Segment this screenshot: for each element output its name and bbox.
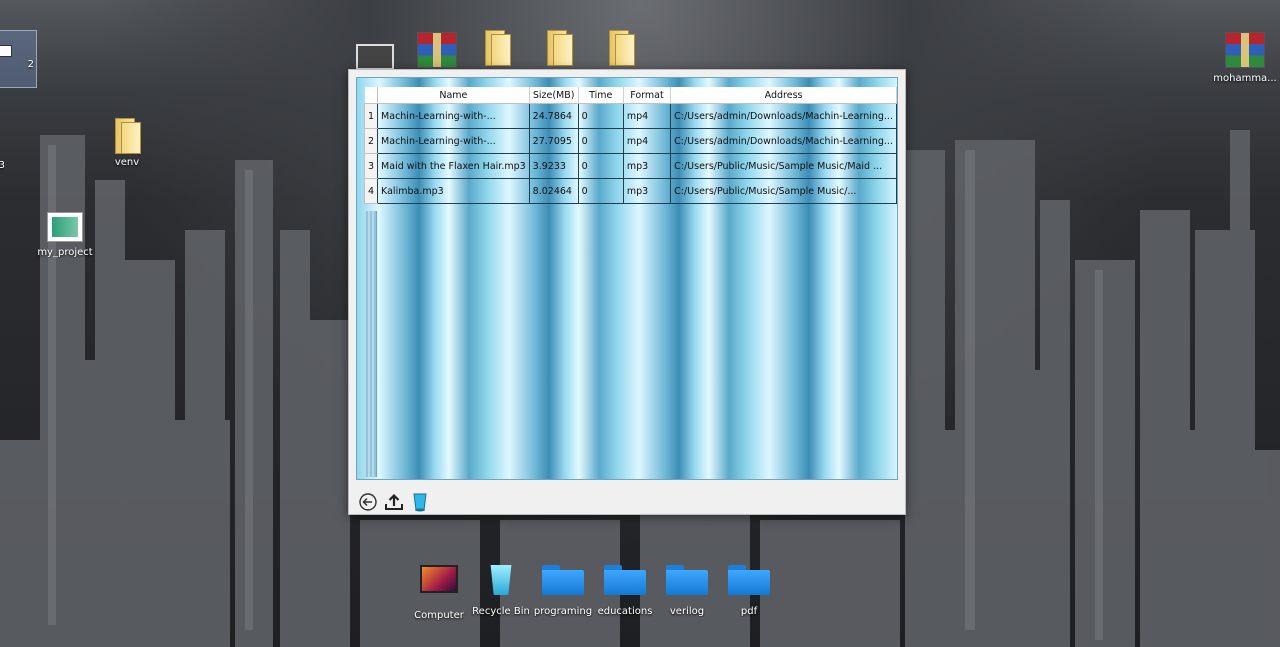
desktop-icon-my-project[interactable]: my_project [30,212,100,258]
desktop-icon-label: 3 [0,160,5,171]
file-table: Name Size(MB) Time Format Address 1 Mach… [363,87,897,204]
back-arrow-icon [359,493,377,511]
desktop-icon-mohammad[interactable]: mohamma... [1210,32,1280,84]
folder-icon [483,30,511,66]
computer-icon [420,565,458,593]
cell-address[interactable]: C:/Users/Public/Music/Sample Music/Maid … [670,153,897,179]
column-header-name[interactable]: Name [377,87,530,104]
desktop-icon-label: Recycle Bin [472,606,530,617]
row-header-strip [364,211,377,477]
cell-size[interactable]: 27.7095 [528,128,579,154]
cell-name[interactable]: Machin-Learning-with-... [377,103,530,129]
bottom-toolbar [358,490,430,514]
folder-icon [113,118,141,154]
cell-size[interactable]: 24.7864 [528,103,579,129]
desktop-icon-label: Computer [414,610,464,621]
desktop-icon-folder-2[interactable] [524,30,594,67]
cell-size[interactable]: 3.9233 [528,153,579,179]
back-button[interactable] [358,492,378,512]
desktop-icon-label: venv [114,157,140,168]
cell-format[interactable]: mp3 [622,178,672,204]
table-row[interactable]: 3 Maid with the Flaxen Hair.mp3 3.9233 0… [363,153,897,179]
folder-icon [728,565,770,595]
music-manager-window: Name Size(MB) Time Format Address 1 Mach… [348,69,906,515]
folder-icon [542,565,584,595]
desktop-icon-folder-3[interactable] [586,30,656,67]
desktop-icon-label: mohamma... [1213,73,1277,84]
cell-name[interactable]: Maid with the Flaxen Hair.mp3 [377,153,530,179]
column-header-size[interactable]: Size(MB) [529,87,579,104]
desktop-icon-2[interactable]: 2 [0,30,37,88]
folder-icon [607,30,635,66]
row-number[interactable]: 4 [363,178,379,204]
row-number[interactable]: 1 [363,103,379,129]
desktop-icon-venv[interactable]: venv [92,118,162,168]
desktop-icon-educations[interactable]: educations [590,565,660,617]
desktop-icon-3[interactable]: 3 [0,140,5,171]
desktop-icon-label: verilog [669,606,705,617]
video-icon [356,44,394,70]
winrar-icon [1225,32,1265,68]
cell-address[interactable]: C:/Users/admin/Downloads/Machin-Learning… [670,103,897,129]
recycle-bin-button[interactable] [410,492,430,512]
row-number[interactable]: 3 [363,153,379,179]
table-corner[interactable] [364,87,379,104]
table-row[interactable]: 1 Machin-Learning-with-... 24.7864 0 mp4… [363,103,897,129]
project-icon [47,212,83,242]
table-row[interactable]: 4 Kalimba.mp3 8.02464 0 mp3 C:/Users/Pub… [363,178,897,204]
desktop-icon-programing[interactable]: programing [528,565,598,617]
cell-address[interactable]: C:/Users/Public/Music/Sample Music/... [670,178,897,204]
cell-format[interactable]: mp4 [622,103,672,129]
cell-size[interactable]: 8.02464 [528,178,579,204]
desktop-icon-label: educations [597,606,653,617]
cell-time[interactable]: 0 [577,128,624,154]
desktop-icon-label: 2 [27,59,34,70]
recycle-bin-icon [490,565,512,595]
cell-time[interactable]: 0 [577,153,624,179]
desktop-icon-label: programing [533,606,593,617]
column-header-time[interactable]: Time [578,87,624,104]
table-row[interactable]: 2 Machin-Learning-with-... 27.7095 0 mp4… [363,128,897,154]
desktop-icon-label: pdf [740,606,758,617]
desktop-icon-label: my_project [37,247,93,258]
cell-format[interactable]: mp4 [622,128,672,154]
folder-icon [545,30,573,66]
cell-address[interactable]: C:/Users/admin/Downloads/Machin-Learning… [670,128,897,154]
desktop-icon-folder-1[interactable] [462,30,532,67]
desktop-icon-computer[interactable]: Computer [404,565,474,621]
desktop-icon-recycle-bin[interactable]: Recycle Bin [466,565,536,617]
cell-format[interactable]: mp3 [622,153,672,179]
cell-name[interactable]: Kalimba.mp3 [377,178,530,204]
column-header-address[interactable]: Address [670,87,897,104]
cell-time[interactable]: 0 [577,103,624,129]
row-number[interactable]: 2 [363,128,379,154]
recycle-bin-icon [413,493,427,512]
folder-icon [666,565,708,595]
winrar-icon [417,32,457,68]
upload-icon [385,493,403,510]
cell-time[interactable]: 0 [577,178,624,204]
desktop-icon-pdf[interactable]: pdf [714,565,784,617]
desktop-icon-verilog[interactable]: verilog [652,565,722,617]
upload-button[interactable] [384,492,404,512]
window-icon [0,45,12,57]
folder-icon [604,565,646,595]
cell-name[interactable]: Machin-Learning-with-... [377,128,530,154]
file-table-frame: Name Size(MB) Time Format Address 1 Mach… [356,77,898,480]
column-header-format[interactable]: Format [623,87,672,104]
table-header-row: Name Size(MB) Time Format Address [364,87,897,104]
